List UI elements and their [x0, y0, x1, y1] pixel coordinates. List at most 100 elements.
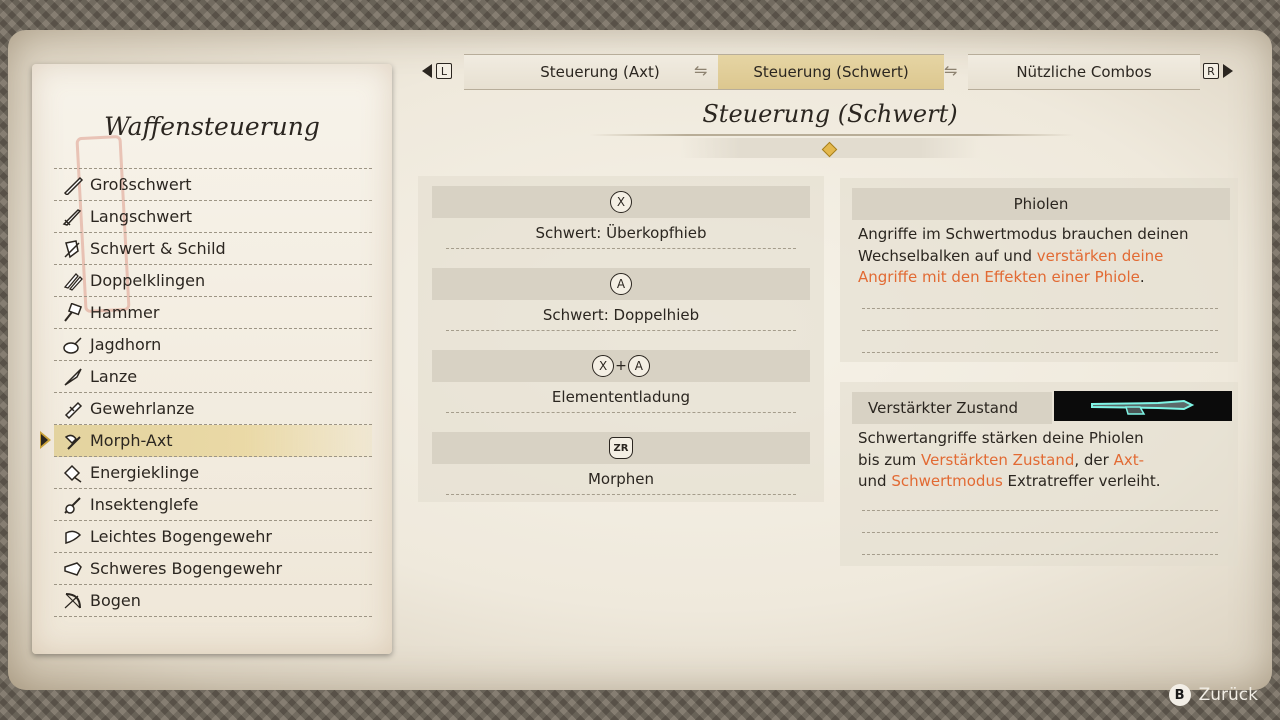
- x-button-icon: X: [592, 355, 615, 377]
- phiolen-panel: Phiolen Angriffe im Schwertmodus brauche…: [840, 178, 1238, 362]
- weapon-item-label: Langschwert: [90, 207, 193, 226]
- divider: [862, 330, 1218, 331]
- control-buttons: ZR: [432, 432, 810, 464]
- weapon-item-light-bowgun[interactable]: Leichtes Bogengewehr: [54, 521, 372, 553]
- weapon-item-label: Lanze: [90, 367, 138, 386]
- weapon-item-label: Doppelklingen: [90, 271, 206, 290]
- weapon-item-label: Schwert & Schild: [90, 239, 226, 258]
- long-sword-icon: [60, 206, 86, 228]
- weapon-item-hammer[interactable]: Hammer: [54, 297, 372, 329]
- verstaerkter-zustand-panel: Verstärkter Zustand Schwertangriffe stär…: [840, 382, 1238, 566]
- phiolen-title: Phiolen: [852, 188, 1230, 220]
- back-button[interactable]: B Zurück: [1168, 684, 1258, 706]
- text-line: , der: [1074, 450, 1114, 469]
- insect-glaive-icon: [60, 494, 86, 516]
- light-bowgun-icon: [60, 526, 86, 548]
- text-line: und: [858, 472, 892, 490]
- zr-button-icon: ZR: [609, 437, 633, 459]
- tab-label: Nützliche Combos: [1016, 63, 1152, 81]
- weapon-item-lance[interactable]: Lanze: [54, 361, 372, 393]
- weapon-item-great-sword[interactable]: Großschwert: [54, 168, 372, 201]
- control-buttons: A: [432, 268, 810, 300]
- great-sword-icon: [60, 174, 86, 196]
- sword-and-shield-icon: [60, 238, 86, 260]
- highlight-text: Angriffe mit den Effekten einer Phiole: [858, 268, 1140, 286]
- control-row: A Schwert: Doppelhieb: [432, 268, 810, 331]
- weapon-item-long-sword[interactable]: Langschwert: [54, 201, 372, 233]
- control-row: ZR Morphen: [432, 432, 810, 495]
- text-line: Schwertangriffe stärken deine Phiolen: [858, 429, 1144, 447]
- r-button-icon[interactable]: R: [1203, 63, 1219, 79]
- highlight-text: Axt-: [1113, 450, 1145, 469]
- weapon-item-label: Hammer: [90, 303, 160, 322]
- a-button-icon: A: [627, 355, 650, 377]
- swap-icon: ⇋: [694, 61, 708, 80]
- weapon-item-heavy-bowgun[interactable]: Schweres Bogengewehr: [54, 553, 372, 585]
- weapon-item-label: Bogen: [90, 591, 141, 610]
- selection-cursor-inner-icon: [41, 434, 48, 446]
- hunting-horn-icon: [60, 334, 86, 356]
- weapon-item-label: Morph-Axt: [90, 431, 173, 450]
- l-button-icon[interactable]: L: [436, 63, 452, 79]
- dual-blades-icon: [60, 270, 86, 292]
- tab-nuetzliche-combos[interactable]: Nützliche Combos: [968, 54, 1200, 90]
- weapon-item-label: Insektenglefe: [90, 495, 199, 514]
- weapon-item-label: Großschwert: [90, 175, 192, 194]
- zustand-text: Schwertangriffe stärken deine Phiolen bi…: [858, 428, 1218, 493]
- weapon-item-label: Leichtes Bogengewehr: [90, 527, 272, 546]
- tab-bar: L Steuerung (Axt) ⇋ Steuerung (Schwert) …: [420, 54, 1240, 90]
- text-line: Extratreffer verleiht.: [1002, 472, 1161, 490]
- weapon-item-hunting-horn[interactable]: Jagdhorn: [54, 329, 372, 361]
- charge-blade-icon: [60, 462, 86, 484]
- weapon-item-dual-blades[interactable]: Doppelklingen: [54, 265, 372, 297]
- control-label: Schwert: Doppelhieb: [446, 300, 796, 331]
- zustand-title: Verstärkter Zustand: [852, 392, 1052, 424]
- text-line: bis zum: [858, 450, 922, 469]
- text-line: Angriffe im Schwertmodus brauchen deinen: [858, 225, 1189, 243]
- gunlance-icon: [60, 398, 86, 420]
- control-label: Elemententladung: [446, 382, 796, 413]
- divider: [862, 532, 1218, 533]
- weapon-list-title: Waffensteuerung: [104, 112, 320, 141]
- control-label: Schwert: Überkopfhieb: [446, 218, 796, 249]
- weapon-list: Großschwert Langschwert Schwert & Schild…: [40, 168, 372, 617]
- weapon-item-charge-blade[interactable]: Energieklinge: [54, 457, 372, 489]
- weapon-item-sword-and-shield[interactable]: Schwert & Schild: [54, 233, 372, 265]
- lance-icon: [60, 366, 86, 388]
- page-title: Steuerung (Schwert): [702, 100, 958, 128]
- phiolen-text: Angriffe im Schwertmodus brauchen deinen…: [858, 224, 1218, 289]
- plus-icon: +: [615, 358, 627, 374]
- weapon-item-switch-axe[interactable]: Morph-Axt: [40, 425, 372, 457]
- hammer-icon: [60, 302, 86, 324]
- highlight-text: verstärken deine: [1036, 246, 1164, 265]
- tab-right-arrow-icon[interactable]: [1223, 64, 1233, 78]
- weapon-item-gunlance[interactable]: Gewehrlanze: [54, 393, 372, 425]
- tab-label: Steuerung (Axt): [540, 63, 660, 81]
- tab-steuerung-schwert[interactable]: Steuerung (Schwert): [718, 54, 944, 90]
- b-button-icon: B: [1168, 684, 1191, 706]
- switch-axe-preview-icon: [1054, 391, 1232, 421]
- weapon-item-insect-glaive[interactable]: Insektenglefe: [54, 489, 372, 521]
- switch-axe-icon: [60, 430, 86, 452]
- divider: [862, 510, 1218, 511]
- heavy-bowgun-icon: [60, 558, 86, 580]
- divider: [862, 308, 1218, 309]
- weapon-item-bow[interactable]: Bogen: [54, 585, 372, 617]
- x-button-icon: X: [610, 191, 632, 213]
- highlight-text: Verstärkten Zustand: [921, 450, 1075, 469]
- control-row: X + A Elemententladung: [432, 350, 810, 413]
- heading-divider: [590, 134, 1074, 136]
- text-line: .: [1139, 268, 1145, 286]
- bow-icon: [60, 590, 86, 612]
- control-row: X Schwert: Überkopfhieb: [432, 186, 810, 249]
- control-buttons: X: [432, 186, 810, 218]
- divider: [862, 554, 1218, 555]
- control-label: Morphen: [446, 464, 796, 495]
- tab-left-arrow-icon[interactable]: [422, 64, 432, 78]
- highlight-text: Schwertmodus: [891, 472, 1003, 490]
- weapon-item-label: Schweres Bogengewehr: [90, 559, 283, 578]
- swap-icon: ⇋: [944, 61, 958, 80]
- text-line: Wechselbalken auf und: [858, 246, 1037, 265]
- divider: [862, 352, 1218, 353]
- back-label: Zurück: [1198, 685, 1258, 705]
